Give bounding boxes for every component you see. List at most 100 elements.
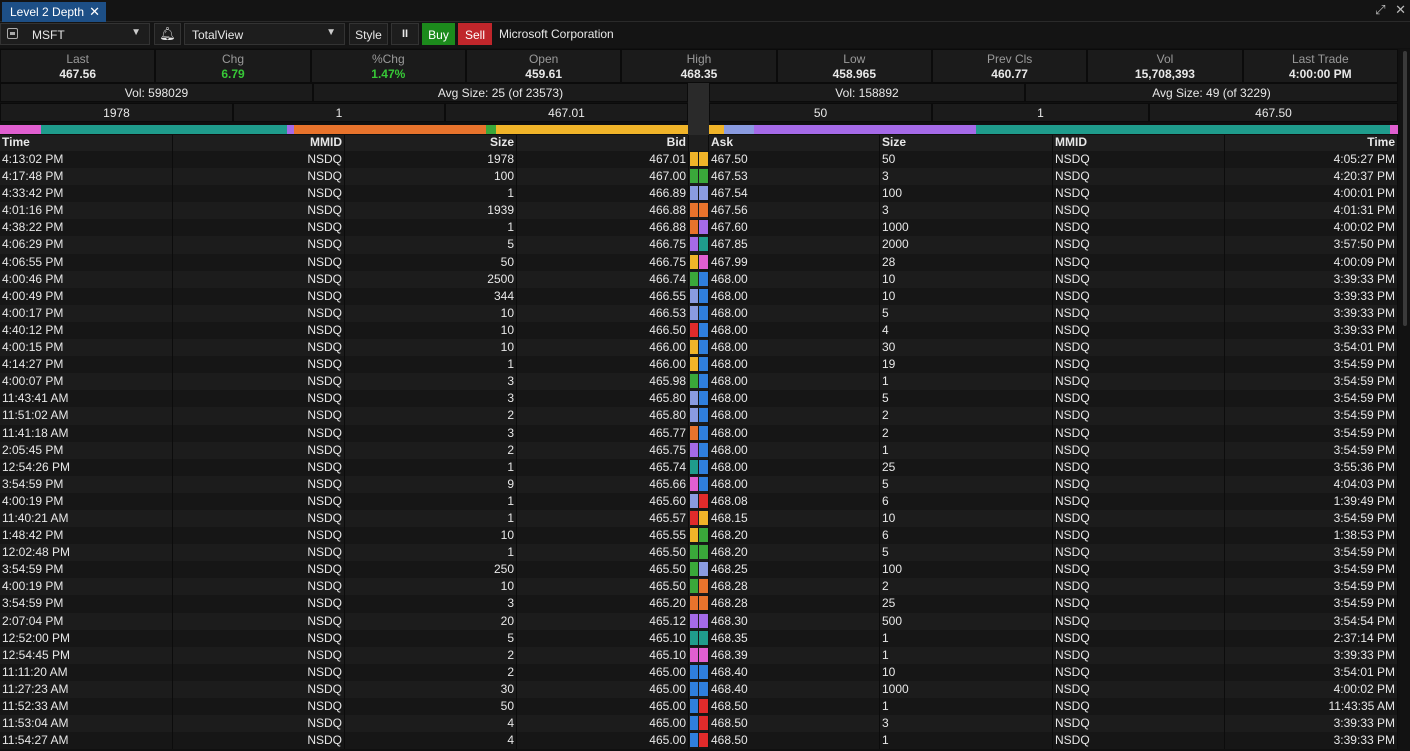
table-row[interactable]: 4:00:17 PM NSDQ 10 466.53 [0, 304, 700, 322]
bid-col-time[interactable]: Time [0, 135, 173, 151]
table-row[interactable]: 4:14:27 PM NSDQ 1 466.00 [0, 356, 700, 374]
alert-bell-button[interactable]: 🔔︎ [154, 23, 181, 45]
bid-col-size[interactable]: Size [345, 135, 517, 151]
table-row[interactable]: 12:54:45 PM NSDQ 2 465.10 [0, 646, 700, 664]
table-row[interactable]: 468.00 1 NSDQ 3:54:59 PM [698, 373, 1398, 391]
table-row[interactable]: 468.20 6 NSDQ 1:38:53 PM [698, 527, 1398, 545]
chevron-down-icon[interactable]: ▼ [131, 27, 141, 38]
table-row[interactable]: 468.00 5 NSDQ 3:39:33 PM [698, 304, 1398, 322]
link-group-icon[interactable] [7, 28, 18, 39]
table-row[interactable]: 468.40 10 NSDQ 3:54:01 PM [698, 663, 1398, 681]
table-row[interactable]: 468.50 1 NSDQ 11:43:35 AM [698, 698, 1398, 716]
table-row[interactable]: 468.00 4 NSDQ 3:39:33 PM [698, 321, 1398, 340]
close-tab-icon[interactable]: ✕ [89, 4, 100, 20]
ask-time: 4:04:03 PM [1225, 475, 1398, 493]
close-window-icon[interactable]: ✕ [1395, 2, 1406, 17]
style-button[interactable]: Style [349, 23, 388, 45]
table-row[interactable]: 468.40 1000 NSDQ 4:00:02 PM [698, 680, 1398, 698]
table-row[interactable]: 11:54:27 AM NSDQ 4 465.00 [0, 732, 700, 750]
table-row[interactable]: 4:00:46 PM NSDQ 2500 466.74 [0, 270, 700, 288]
table-row[interactable]: 468.00 10 NSDQ 3:39:33 PM [698, 287, 1398, 305]
expand-icon[interactable]: ⤢ [1375, 2, 1385, 17]
chevron-down-icon[interactable]: ▼ [326, 27, 336, 38]
table-row[interactable]: 11:53:04 AM NSDQ 4 465.00 [0, 715, 700, 733]
table-row[interactable]: 4:13:02 PM NSDQ 1978 467.01 [0, 151, 700, 169]
table-row[interactable]: 4:01:16 PM NSDQ 1939 466.88 [0, 202, 700, 220]
table-row[interactable]: 468.50 3 NSDQ 3:39:33 PM [698, 715, 1398, 733]
ask-col-time[interactable]: Time [1225, 135, 1398, 151]
bid-col-bid[interactable]: Bid [517, 135, 689, 151]
table-row[interactable]: 11:27:23 AM NSDQ 30 465.00 [0, 680, 700, 698]
table-row[interactable]: 4:00:15 PM NSDQ 10 466.00 [0, 339, 700, 357]
table-row[interactable]: 4:06:29 PM NSDQ 5 466.75 [0, 236, 700, 254]
table-row[interactable]: 4:33:42 PM NSDQ 1 466.89 [0, 185, 700, 203]
bid-time: 4:38:22 PM [0, 219, 173, 237]
table-row[interactable]: 4:00:19 PM NSDQ 1 465.60 [0, 492, 700, 510]
table-row[interactable]: 468.00 25 NSDQ 3:55:36 PM [698, 458, 1398, 476]
table-row[interactable]: 468.00 2 NSDQ 3:54:59 PM [698, 407, 1398, 425]
table-row[interactable]: 468.20 5 NSDQ 3:54:59 PM [698, 544, 1398, 562]
view-selector[interactable]: TotalView ▼ [184, 23, 345, 45]
ask-col-mmid[interactable]: MMID [1053, 135, 1225, 151]
table-row[interactable]: 468.08 6 NSDQ 1:39:49 PM [698, 492, 1398, 510]
table-row[interactable]: 468.00 19 NSDQ 3:54:59 PM [698, 356, 1398, 374]
table-row[interactable]: 12:54:26 PM NSDQ 1 465.74 [0, 458, 700, 476]
bid-mmid: NSDQ [173, 219, 345, 237]
symbol-selector[interactable]: MSFT ▼ [0, 23, 150, 45]
stat--chg: %Chg 1.47% [310, 49, 466, 83]
buy-button[interactable]: Buy [422, 23, 455, 45]
table-row[interactable]: 12:52:00 PM NSDQ 5 465.10 [0, 629, 700, 647]
table-row[interactable]: 467.54 100 NSDQ 4:00:01 PM [698, 185, 1398, 203]
table-row[interactable]: 4:00:07 PM NSDQ 3 465.98 [0, 373, 700, 391]
table-row[interactable]: 467.85 2000 NSDQ 3:57:50 PM [698, 236, 1398, 254]
pause-button[interactable]: II [391, 23, 419, 45]
table-row[interactable]: 468.00 1 NSDQ 3:54:59 PM [698, 441, 1398, 459]
table-row[interactable]: 11:11:20 AM NSDQ 2 465.00 [0, 663, 700, 681]
table-row[interactable]: 468.35 1 NSDQ 2:37:14 PM [698, 629, 1398, 647]
table-row[interactable]: 4:17:48 PM NSDQ 100 467.00 [0, 168, 700, 186]
table-row[interactable]: 1:48:42 PM NSDQ 10 465.55 [0, 527, 700, 545]
sell-button[interactable]: Sell [458, 23, 492, 45]
table-row[interactable]: 4:40:12 PM NSDQ 10 466.50 [0, 321, 700, 340]
table-row[interactable]: 4:00:49 PM NSDQ 344 466.55 [0, 287, 700, 305]
table-row[interactable]: 468.00 5 NSDQ 3:54:59 PM [698, 390, 1398, 408]
vertical-scrollbar[interactable] [1400, 49, 1410, 751]
table-row[interactable]: 3:54:59 PM NSDQ 250 465.50 [0, 561, 700, 579]
table-row[interactable]: 467.53 3 NSDQ 4:20:37 PM [698, 168, 1398, 186]
table-row[interactable]: 468.25 100 NSDQ 3:54:59 PM [698, 561, 1398, 579]
table-row[interactable]: 468.50 1 NSDQ 3:39:33 PM [698, 732, 1398, 750]
table-row[interactable]: 11:52:33 AM NSDQ 50 465.00 [0, 698, 700, 716]
table-row[interactable]: 467.99 28 NSDQ 4:00:09 PM [698, 253, 1398, 271]
table-row[interactable]: 4:00:19 PM NSDQ 10 465.50 [0, 578, 700, 596]
table-row[interactable]: 11:41:18 AM NSDQ 3 465.77 [0, 424, 700, 442]
table-row[interactable]: 2:07:04 PM NSDQ 20 465.12 [0, 612, 700, 630]
scrollbar-thumb[interactable] [1403, 51, 1407, 326]
bid-col-mmid[interactable]: MMID [173, 135, 345, 151]
table-row[interactable]: 11:51:02 AM NSDQ 2 465.80 [0, 407, 700, 425]
ask-col-size[interactable]: Size [880, 135, 1053, 151]
tab-level2-depth[interactable]: Level 2 Depth ✕ [2, 2, 106, 22]
table-row[interactable]: 467.60 1000 NSDQ 4:00:02 PM [698, 219, 1398, 237]
table-row[interactable]: 467.50 50 NSDQ 4:05:27 PM [698, 151, 1398, 169]
table-row[interactable]: 468.28 25 NSDQ 3:54:59 PM [698, 595, 1398, 613]
table-row[interactable]: 11:43:41 AM NSDQ 3 465.80 [0, 390, 700, 408]
table-row[interactable]: 3:54:59 PM NSDQ 3 465.20 [0, 595, 700, 613]
table-row[interactable]: 3:54:59 PM NSDQ 9 465.66 [0, 475, 700, 493]
ask-col-ask[interactable]: Ask [709, 135, 880, 151]
table-row[interactable]: 468.00 5 NSDQ 4:04:03 PM [698, 475, 1398, 493]
table-row[interactable]: 468.39 1 NSDQ 3:39:33 PM [698, 646, 1398, 664]
bid-mmid: NSDQ [173, 646, 345, 664]
table-row[interactable]: 12:02:48 PM NSDQ 1 465.50 [0, 544, 700, 562]
table-row[interactable]: 2:05:45 PM NSDQ 2 465.75 [0, 441, 700, 459]
table-row[interactable]: 468.00 2 NSDQ 3:54:59 PM [698, 424, 1398, 442]
table-row[interactable]: 468.30 500 NSDQ 3:54:54 PM [698, 612, 1398, 630]
table-row[interactable]: 468.00 30 NSDQ 3:54:01 PM [698, 339, 1398, 357]
table-row[interactable]: 11:40:21 AM NSDQ 1 465.57 [0, 509, 700, 528]
table-row[interactable]: 4:06:55 PM NSDQ 50 466.75 [0, 253, 700, 271]
table-row[interactable]: 468.15 10 NSDQ 3:54:59 PM [698, 509, 1398, 528]
table-row[interactable]: 468.00 10 NSDQ 3:39:33 PM [698, 270, 1398, 288]
table-row[interactable]: 467.56 3 NSDQ 4:01:31 PM [698, 202, 1398, 220]
bid-mmid: NSDQ [173, 698, 345, 716]
table-row[interactable]: 4:38:22 PM NSDQ 1 466.88 [0, 219, 700, 237]
table-row[interactable]: 468.28 2 NSDQ 3:54:59 PM [698, 578, 1398, 596]
